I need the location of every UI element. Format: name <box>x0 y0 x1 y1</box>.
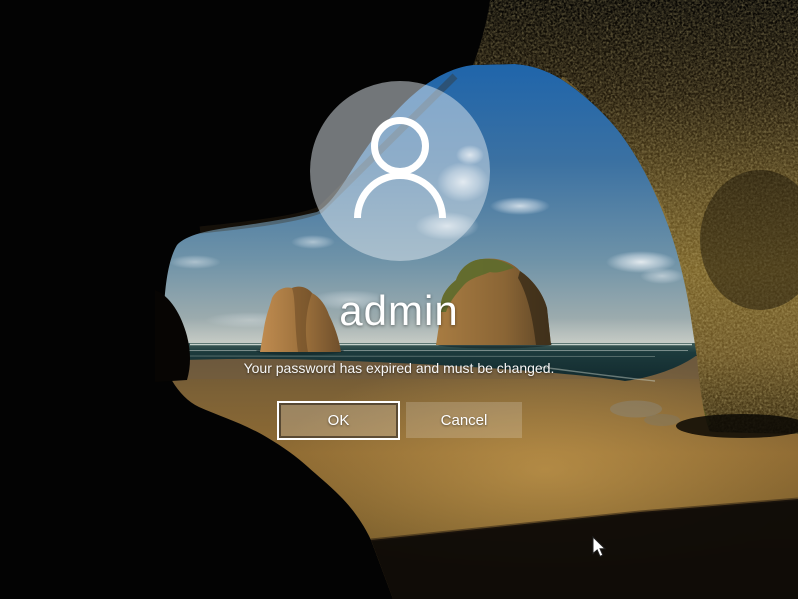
ok-button[interactable]: OK <box>277 401 400 440</box>
login-screen: admin Your password has expired and must… <box>0 0 798 599</box>
arrow-pointer-icon <box>592 536 608 558</box>
person-outline-icon <box>310 81 490 261</box>
user-avatar <box>310 81 490 261</box>
cancel-button[interactable]: Cancel <box>406 402 522 438</box>
password-expired-message: Your password has expired and must be ch… <box>0 360 798 376</box>
username-label: admin <box>0 287 798 335</box>
